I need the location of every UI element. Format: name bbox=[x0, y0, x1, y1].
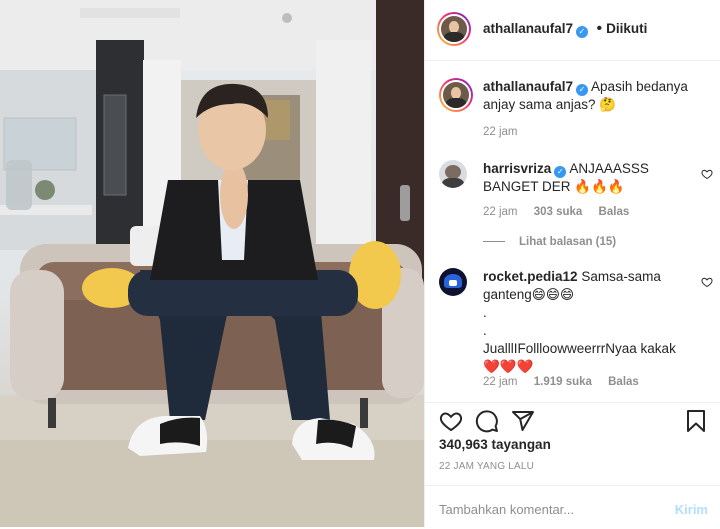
separator-dot: • bbox=[596, 20, 603, 37]
caption-username[interactable]: athallanaufal7 bbox=[483, 79, 573, 94]
comment-meta: 22 jam 303 suka Balas bbox=[483, 206, 642, 218]
post-actions: 340,963 tayangan 22 JAM YANG LALU Tambah… bbox=[425, 402, 720, 528]
post-header: athallanaufal7 ✓ • Diikuti bbox=[425, 0, 720, 61]
comment-text: rocket.pedia12 Samsa-sama ganteng😄😄😄 . .… bbox=[483, 268, 693, 376]
verified-badge-icon: ✓ bbox=[576, 84, 589, 96]
comment-likes[interactable]: 303 suka bbox=[534, 206, 583, 218]
caption-text: athallanaufal7 ✓ Apasih bedanya anjay sam… bbox=[483, 78, 693, 114]
comment-item: rocket.pedia12 Samsa-sama ganteng😄😄😄 . .… bbox=[439, 268, 713, 401]
comment-likes[interactable]: 1.919 suka bbox=[534, 376, 592, 388]
replies-divider bbox=[483, 241, 505, 243]
comment-body-line-2: . bbox=[483, 305, 487, 320]
add-comment-bar: Tambahkan komentar... Kirim bbox=[425, 485, 720, 529]
verified-badge-icon: ✓ bbox=[576, 26, 589, 38]
post-photo bbox=[0, 0, 424, 527]
comment-username[interactable]: rocket.pedia12 bbox=[483, 269, 578, 284]
view-replies-button[interactable]: Lihat balasan (15) bbox=[483, 236, 616, 248]
comment-username[interactable]: harrisvriza bbox=[483, 161, 551, 176]
comments-list: athallanaufal7 ✓ Apasih bedanya anjay sam… bbox=[425, 61, 720, 401]
view-count[interactable]: 340,963 tayangan bbox=[439, 437, 551, 452]
post-timestamp[interactable]: 22 JAM YANG LALU bbox=[439, 461, 534, 472]
reply-button[interactable]: Balas bbox=[599, 206, 630, 218]
comment-body-line-5: ❤️❤️❤️ bbox=[483, 359, 534, 374]
author-avatar[interactable] bbox=[437, 12, 471, 46]
commenter-avatar[interactable] bbox=[439, 268, 467, 296]
like-heart-icon[interactable] bbox=[439, 409, 463, 433]
instagram-post: athallanaufal7 ✓ • Diikuti athallanaufal7 ✓… bbox=[0, 0, 720, 527]
following-button[interactable]: Diikuti bbox=[606, 21, 647, 36]
author-line: athallanaufal7 ✓ • Diikuti bbox=[483, 20, 647, 38]
comment-meta: 22 jam 1.919 suka Balas bbox=[483, 376, 652, 388]
post-side-panel: athallanaufal7 ✓ • Diikuti athallanaufal7 ✓… bbox=[424, 0, 720, 527]
view-replies-label: Lihat balasan (15) bbox=[519, 236, 617, 248]
share-icon[interactable] bbox=[511, 409, 535, 433]
comment-input[interactable]: Tambahkan komentar... bbox=[439, 502, 574, 517]
comment-text: harrisvriza ✓ ANJAAASSS BANGET DER 🔥🔥🔥 bbox=[483, 160, 693, 196]
caption-meta: 22 jam bbox=[483, 126, 531, 138]
comment-body-line-3: . bbox=[483, 323, 487, 338]
reply-button[interactable]: Balas bbox=[608, 376, 639, 388]
verified-badge-icon: ✓ bbox=[554, 166, 567, 178]
post-comment-button[interactable]: Kirim bbox=[675, 502, 708, 517]
commenter-avatar[interactable] bbox=[439, 160, 467, 188]
bookmark-icon[interactable] bbox=[684, 409, 708, 433]
post-media[interactable] bbox=[0, 0, 424, 527]
like-comment-heart-icon[interactable] bbox=[701, 168, 713, 180]
comment-body-line-4: JualllIFollloowweerrrNyaa kakak bbox=[483, 341, 676, 356]
comment-time[interactable]: 22 jam bbox=[483, 376, 518, 388]
comment-icon[interactable] bbox=[475, 409, 499, 433]
like-comment-heart-icon[interactable] bbox=[701, 276, 713, 288]
caption-time[interactable]: 22 jam bbox=[483, 126, 518, 138]
caption-avatar[interactable] bbox=[439, 78, 473, 112]
comment-time[interactable]: 22 jam bbox=[483, 206, 518, 218]
author-username[interactable]: athallanaufal7 bbox=[483, 21, 573, 36]
